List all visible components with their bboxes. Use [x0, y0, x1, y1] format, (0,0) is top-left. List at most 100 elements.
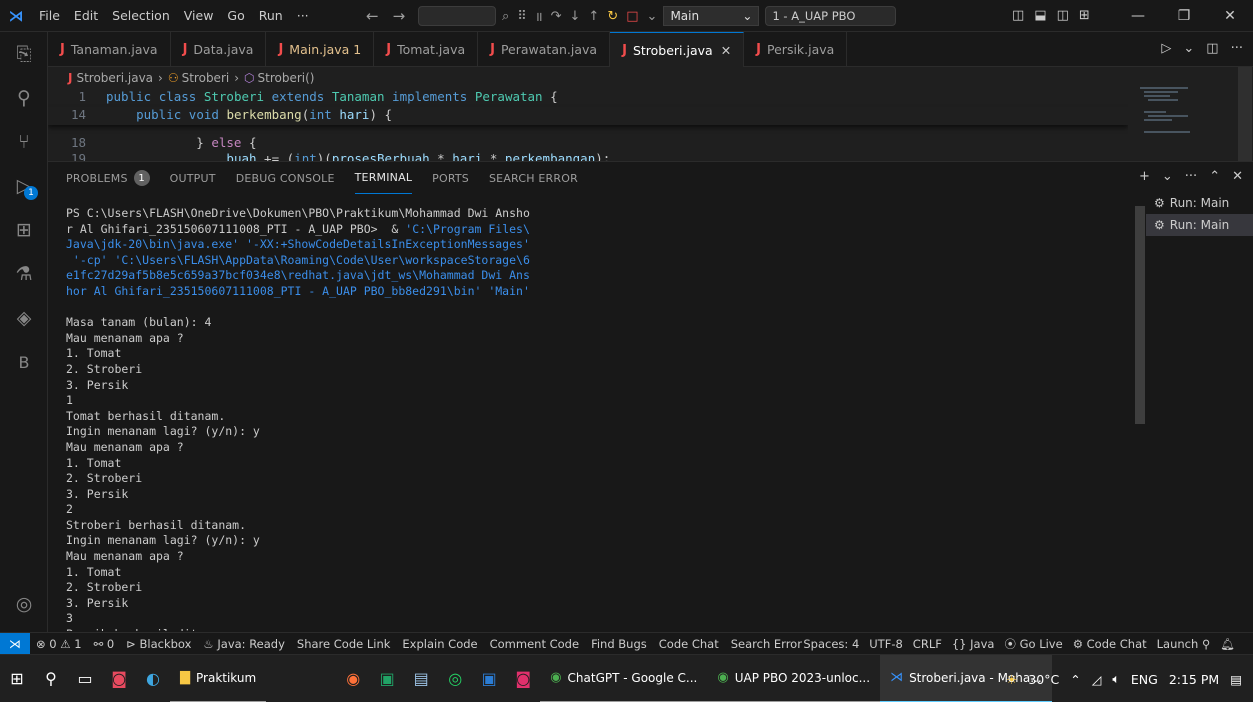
tab-tomat[interactable]: J Tomat.java [374, 32, 479, 67]
keyboard-icon[interactable]: ▤ [404, 655, 438, 702]
back-arrow-icon[interactable]: ← [366, 7, 379, 25]
python-icon[interactable]: ◈ [0, 296, 48, 340]
restore-icon[interactable]: ❐ [1161, 0, 1207, 32]
menu-run[interactable]: Run [252, 8, 290, 23]
chevron-down-icon[interactable]: ⌄ [1162, 169, 1173, 184]
taskbar-app-praktikum[interactable]: ▇ Praktikum [170, 655, 267, 702]
toggle-panel-icon[interactable]: ⬓ [1034, 8, 1046, 23]
volume-icon[interactable]: 🔈︎ [1112, 671, 1120, 687]
search-icon[interactable]: ⚲ [0, 76, 48, 120]
menu-go[interactable]: Go [220, 8, 251, 23]
minimize-icon[interactable]: — [1115, 0, 1161, 32]
tray-chevron-up-icon[interactable]: ⌃ [1070, 672, 1080, 687]
workspace-search[interactable]: 1 - A_UAP PBO [765, 6, 896, 26]
encoding-status[interactable]: UTF-8 [869, 637, 903, 651]
network-icon[interactable]: ◿ [1092, 672, 1102, 687]
minimap-scrollbar[interactable] [1238, 67, 1252, 161]
customize-layout-icon[interactable]: ⊞ [1079, 8, 1090, 23]
step-over-icon[interactable]: ↷ [551, 9, 562, 24]
close-panel-icon[interactable]: ✕ [1232, 169, 1243, 184]
tab-tanaman[interactable]: J Tanaman.java [48, 32, 171, 67]
notifications-bell-icon[interactable]: 🔔︎ [1220, 637, 1235, 651]
maximize-panel-icon[interactable]: ⌃ [1209, 169, 1220, 184]
share-code-link[interactable]: Share Code Link [297, 637, 391, 651]
breadcrumb-class[interactable]: Stroberi [182, 71, 230, 85]
close-tab-icon[interactable]: ✕ [721, 43, 731, 58]
split-editor-icon[interactable]: ◫ [1206, 41, 1218, 56]
input-language[interactable]: ENG [1131, 672, 1158, 687]
remote-icon[interactable]: ⋊ [0, 632, 30, 655]
step-into-icon[interactable]: ↓ [570, 9, 581, 24]
minimap[interactable] [1128, 67, 1253, 161]
windows-start-icon[interactable]: ⊞ [0, 655, 34, 702]
tab-debug-console[interactable]: DEBUG CONSOLE [236, 162, 335, 194]
tab-search-error[interactable]: SEARCH ERROR [489, 162, 578, 194]
terminal-scrollbar[interactable] [1135, 206, 1145, 424]
taskbar-app-chatgpt[interactable]: ◉ ChatGPT - Google C... [540, 655, 708, 702]
task-view-icon[interactable]: ▭ [68, 655, 102, 702]
breadcrumb-method[interactable]: Stroberi() [258, 71, 315, 85]
comment-code[interactable]: Comment Code [490, 637, 579, 651]
testing-icon[interactable]: ⚗ [0, 252, 48, 296]
menu-more[interactable]: ··· [290, 8, 316, 23]
whatsapp-icon[interactable]: ◎ [438, 655, 472, 702]
tab-perawatan[interactable]: J Perawatan.java [478, 32, 611, 67]
tab-ports[interactable]: PORTS [432, 162, 469, 194]
blackbox-icon[interactable]: B [0, 340, 48, 384]
tab-output[interactable]: OUTPUT [170, 162, 216, 194]
ports-status[interactable]: ⚯ 0 [94, 637, 115, 651]
close-icon[interactable]: ✕ [1207, 0, 1253, 32]
tab-persik[interactable]: J Persik.java [744, 32, 848, 67]
java-status[interactable]: ♨ Java: Ready [203, 637, 285, 651]
terminal-instance-active[interactable]: ⚙ Run: Main [1146, 214, 1253, 236]
command-input[interactable] [418, 6, 496, 26]
word-icon[interactable]: ▣ [472, 655, 506, 702]
run-icon[interactable]: ▷ [1161, 41, 1171, 56]
taskbar-app-uap-pbo[interactable]: ◉ UAP PBO 2023-unloc... [707, 655, 881, 702]
extensions-icon[interactable]: ⊞ [0, 208, 48, 252]
weather-icon[interactable]: ☀ [1006, 672, 1017, 687]
menu-edit[interactable]: Edit [67, 8, 105, 23]
menu-file[interactable]: File [32, 8, 67, 23]
go-live-button[interactable]: ⦿ Go Live [1004, 636, 1062, 652]
terminal-output[interactable]: PS C:\Users\FLASH\OneDrive\Dokumen\PBO\P… [66, 206, 1136, 631]
explorer-icon[interactable]: ⎘ [0, 32, 48, 76]
menu-selection[interactable]: Selection [105, 8, 177, 23]
language-mode[interactable]: {} Java [952, 637, 995, 651]
code-editor[interactable]: 18 } else { 19 buah += (int)(prosesBerbu… [48, 89, 1128, 161]
clock[interactable]: 2:15 PM [1169, 672, 1219, 687]
tab-main[interactable]: J Main.java 1 [266, 32, 375, 67]
indentation-status[interactable]: Spaces: 4 [803, 637, 859, 651]
launch-button[interactable]: Launch ⚲ [1157, 637, 1211, 651]
step-out-icon[interactable]: ↑ [588, 9, 599, 24]
terminal-instance[interactable]: ⚙ Run: Main [1146, 192, 1253, 214]
search-error[interactable]: Search Error [731, 637, 802, 651]
toggle-sidebar-icon[interactable]: ◫ [1012, 8, 1024, 23]
problems-status[interactable]: ⊗ 0 ⚠ 1 [36, 637, 82, 651]
toggle-secondary-sidebar-icon[interactable]: ◫ [1057, 8, 1069, 23]
account-icon[interactable]: ◎ [0, 582, 48, 626]
chevron-down-icon[interactable]: ⌄ [647, 9, 658, 24]
more-actions-icon[interactable]: ··· [1231, 41, 1243, 56]
drag-handle-icon[interactable]: ⠿ [517, 9, 527, 24]
explain-code[interactable]: Explain Code [402, 637, 477, 651]
restart-icon[interactable]: ↻ [607, 9, 618, 24]
search-icon[interactable]: ⌕ [502, 9, 509, 24]
firefox-icon[interactable]: ◉ [336, 655, 370, 702]
tab-problems[interactable]: PROBLEMS 1 [66, 162, 150, 194]
run-debug-icon[interactable]: ▷ 1 [0, 164, 48, 208]
run-config-select[interactable]: Main ⌄ [663, 6, 760, 26]
pause-icon[interactable]: ॥ [535, 7, 543, 25]
app-pink-icon[interactable]: ◙ [102, 655, 136, 702]
menu-view[interactable]: View [177, 8, 221, 23]
code-chat[interactable]: Code Chat [659, 637, 719, 651]
weather-temp[interactable]: 30°C [1028, 672, 1059, 687]
instagram-icon[interactable]: ◙ [506, 655, 540, 702]
find-bugs[interactable]: Find Bugs [591, 637, 647, 651]
blackbox-status[interactable]: ⊳ Blackbox [126, 637, 191, 651]
chevron-down-icon[interactable]: ⌄ [1183, 41, 1194, 56]
tab-data[interactable]: J Data.java [171, 32, 267, 67]
notification-center-icon[interactable]: ▤ [1230, 672, 1242, 687]
edge-browser-icon[interactable]: ◐ [136, 655, 170, 702]
tab-terminal[interactable]: TERMINAL [354, 162, 413, 194]
